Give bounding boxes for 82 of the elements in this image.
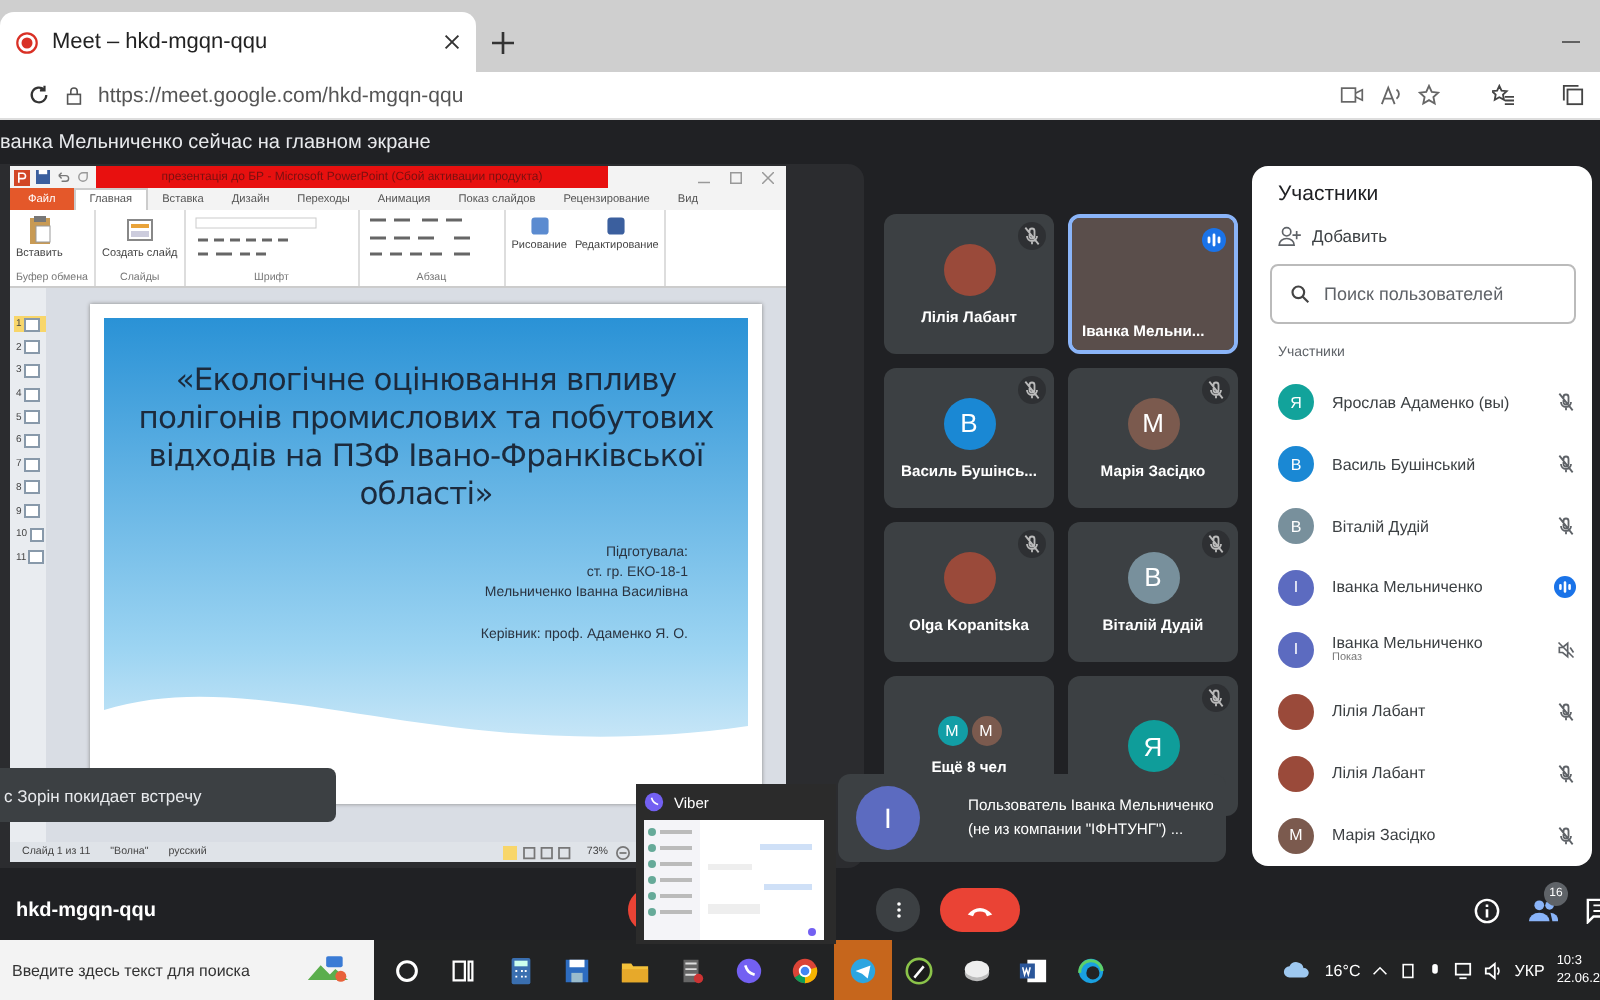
avatar: M — [971, 716, 1001, 746]
microphone-icon[interactable] — [1428, 961, 1443, 979]
circle-icon — [391, 955, 422, 985]
participant-name: Іванка Мельниченко — [1332, 578, 1485, 597]
camera-icon[interactable] — [1340, 86, 1364, 104]
avatar-photo-placeholder — [1278, 693, 1314, 730]
mic-off-icon — [1206, 688, 1226, 708]
participant-name: Віталій Дудій — [1332, 517, 1432, 536]
avatar: I — [856, 786, 920, 850]
browser-tab[interactable]: Meet – hkd-mgqn-qqu — [0, 12, 476, 72]
add-person-icon — [1278, 225, 1302, 246]
pen-icon — [904, 955, 935, 985]
lock-icon — [66, 85, 82, 105]
mic-off-icon — [1022, 534, 1042, 554]
word-icon — [1018, 955, 1049, 985]
close-icon[interactable] — [444, 34, 460, 50]
avatar: I — [1278, 631, 1314, 668]
avatar-photo-placeholder — [1278, 755, 1314, 792]
avatar: В — [1127, 551, 1179, 603]
read-aloud-icon[interactable] — [1380, 84, 1402, 106]
end-call-button[interactable] — [940, 888, 1020, 932]
avatar: I — [1278, 569, 1314, 606]
taskbar-search-field[interactable]: Введите здесь текст для поиска — [0, 940, 374, 1000]
participant-name: Марія Засідко — [1332, 826, 1438, 845]
avatar: Я — [1127, 720, 1179, 772]
favorite-star-icon[interactable] — [1418, 84, 1440, 106]
collections-icon[interactable] — [1562, 84, 1584, 106]
temperature: 16°C — [1324, 961, 1361, 979]
participant-name: Іванка Мельниченко — [1332, 634, 1485, 653]
task-view-icon — [448, 955, 479, 985]
url-text: https://meet.google.com/hkd-mgqn-qqu — [98, 83, 464, 107]
viber-icon — [644, 792, 664, 812]
panel-title: Участники — [1278, 180, 1381, 210]
telegram-icon — [847, 955, 878, 985]
avatar: M — [937, 716, 967, 746]
mic-off-icon — [1022, 380, 1042, 400]
search-field[interactable]: Поиск пользователей — [1270, 264, 1576, 325]
presenting-label: ванка Мельниченко сейчас на главном экране — [0, 129, 433, 157]
participant-name: Лілія Лабант — [1332, 702, 1428, 721]
hang-up-icon — [966, 903, 994, 917]
reload-icon[interactable] — [28, 84, 50, 106]
avatar: В — [943, 397, 995, 449]
avatar: В — [1278, 446, 1314, 483]
avatar: М — [1278, 817, 1314, 854]
more-icon — [895, 900, 901, 920]
info-button[interactable] — [1474, 897, 1500, 923]
leave-toast: с Зорін покидает встречу — [0, 768, 336, 822]
chevron-up-icon[interactable] — [1372, 965, 1389, 975]
tablet-icon[interactable] — [1400, 961, 1417, 979]
participant-name: Василь Бушінський — [1332, 455, 1478, 474]
mic-off-icon — [1206, 534, 1226, 554]
undo-icon[interactable] — [56, 170, 70, 184]
participant-name: Ярослав Адаменко (вы) — [1332, 393, 1512, 412]
info-icon — [1474, 897, 1500, 923]
avatar: Я — [1278, 384, 1314, 421]
avatar-photo-placeholder — [943, 551, 995, 603]
mic-off-icon — [1022, 226, 1042, 246]
chrome-icon — [790, 955, 821, 985]
tab-title: Meet – hkd-mgqn-qqu — [52, 30, 270, 54]
meeting-code: hkd-mgqn-qqu — [14, 899, 158, 921]
avatar: В — [1278, 508, 1314, 545]
maximize-icon[interactable] — [730, 171, 742, 183]
network-icon[interactable] — [1454, 961, 1473, 979]
favorites-list-icon[interactable] — [1492, 84, 1514, 106]
avatar: М — [1127, 397, 1179, 449]
volume-icon[interactable] — [1484, 961, 1503, 979]
add-people-button[interactable]: Добавить — [1278, 222, 1576, 249]
mic-off-icon — [1206, 380, 1226, 400]
disk-icon — [961, 955, 992, 985]
recording-icon — [16, 31, 38, 53]
slide-title: «Екологічне оцінювання впливу полігонів промислових та побутових відходів на ПЗФ Івано-Франківської області» — [136, 360, 716, 514]
keyboard-language[interactable]: УКР — [1514, 961, 1545, 979]
landscape-icon — [306, 954, 350, 984]
participant-name: Лілія Лабант — [1332, 764, 1428, 783]
viber-icon — [733, 955, 764, 985]
minimize-icon[interactable] — [1561, 40, 1579, 44]
save-icon[interactable] — [36, 170, 50, 184]
zoom-out-icon[interactable] — [616, 845, 630, 859]
plus-icon — [491, 31, 513, 53]
avatar-photo-placeholder — [943, 243, 995, 295]
cloud-icon — [1282, 960, 1313, 980]
edge-icon — [1075, 955, 1106, 985]
